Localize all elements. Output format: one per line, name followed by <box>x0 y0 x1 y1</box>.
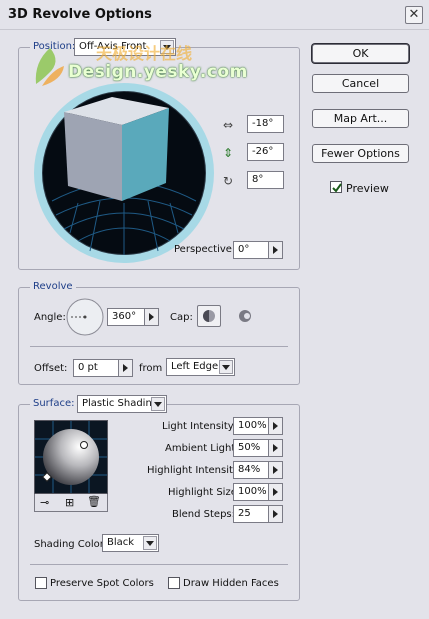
light-toolbar: ⊸ ⊞ 🗑 <box>34 494 108 512</box>
angle-dial[interactable] <box>66 298 104 336</box>
divider <box>30 564 288 565</box>
chevron-down-icon <box>160 40 174 54</box>
draw-hidden-faces-checkbox[interactable] <box>168 577 180 589</box>
fewer-options-button[interactable]: Fewer Options <box>312 144 409 163</box>
from-select[interactable]: Left Edge <box>166 358 235 376</box>
cap-off-icon <box>239 310 251 322</box>
lighting-sphere-graphic <box>35 421 107 493</box>
checkmark-icon <box>332 183 342 193</box>
preview-checkbox[interactable] <box>330 181 342 193</box>
preserve-spot-colors-checkbox[interactable] <box>35 577 47 589</box>
surface-select[interactable]: Plastic Shading <box>77 395 167 413</box>
shading-color-select[interactable]: Black <box>102 534 159 552</box>
highlight-size-spin-button[interactable] <box>269 483 283 501</box>
ok-button[interactable]: OK <box>312 44 409 63</box>
cancel-button[interactable]: Cancel <box>312 74 409 93</box>
from-value: Left Edge <box>171 361 219 372</box>
track-cube[interactable] <box>34 83 214 263</box>
perspective-spin-button[interactable] <box>269 241 283 259</box>
from-label: from <box>139 363 163 374</box>
highlight-size-field[interactable]: 100% <box>233 483 269 501</box>
highlight-size-label: Highlight Size: <box>168 487 241 498</box>
ambient-light-field[interactable]: 50% <box>233 439 269 457</box>
highlight-intensity-spin-button[interactable] <box>269 461 283 479</box>
cap-on-button[interactable] <box>197 305 221 327</box>
revolve-label: Revolve <box>30 281 76 292</box>
blend-steps-label: Blend Steps: <box>172 509 236 520</box>
y-axis-rotate-icon: ⇕ <box>222 146 234 160</box>
light-handle-icon <box>80 441 88 449</box>
close-icon[interactable]: ✕ <box>405 6 423 24</box>
ambient-light-spin-button[interactable] <box>269 439 283 457</box>
track-cube-graphic <box>34 83 214 263</box>
draw-hidden-faces-label: Draw Hidden Faces <box>183 578 279 589</box>
offset-label: Offset: <box>34 363 68 374</box>
perspective-label: Perspective: <box>174 244 236 255</box>
light-intensity-label: Light Intensity: <box>162 421 237 432</box>
position-select[interactable]: Off-Axis Front <box>74 38 176 56</box>
x-rotation-field[interactable]: -18° <box>247 115 284 133</box>
z-axis-rotate-icon: ↻ <box>222 174 234 188</box>
position-label: Position: <box>30 41 79 52</box>
shading-color-value: Black <box>107 537 135 548</box>
chevron-down-icon <box>219 360 233 374</box>
lighting-sphere[interactable] <box>34 420 108 494</box>
cap-label: Cap: <box>170 312 193 323</box>
window-title: 3D Revolve Options <box>8 7 152 22</box>
blend-steps-field[interactable]: 25 <box>233 505 269 523</box>
light-intensity-field[interactable]: 100% <box>233 417 269 435</box>
cap-on-icon <box>203 310 215 322</box>
perspective-field[interactable]: 0° <box>233 241 269 259</box>
x-axis-rotate-icon: ⇔ <box>222 118 234 132</box>
chevron-down-icon <box>151 397 165 411</box>
chevron-down-icon <box>143 536 157 550</box>
preserve-spot-colors-label: Preserve Spot Colors <box>50 578 154 589</box>
angle-field[interactable]: 360° <box>107 308 145 326</box>
cap-off-button[interactable] <box>235 306 255 326</box>
title-bar: 3D Revolve Options ✕ <box>0 0 429 30</box>
preview-label: Preview <box>346 182 389 195</box>
trash-icon[interactable]: 🗑 <box>87 495 101 508</box>
ambient-light-label: Ambient Light: <box>165 443 239 454</box>
angle-label: Angle: <box>34 312 66 323</box>
highlight-intensity-field[interactable]: 84% <box>233 461 269 479</box>
map-art-button[interactable]: Map Art... <box>312 109 409 128</box>
light-intensity-spin-button[interactable] <box>269 417 283 435</box>
highlight-intensity-label: Highlight Intensity: <box>147 465 242 476</box>
surface-value: Plastic Shading <box>82 398 159 409</box>
offset-field[interactable]: 0 pt <box>73 359 119 377</box>
move-light-back-icon[interactable]: ⊸ <box>40 496 49 509</box>
surface-label: Surface: <box>30 398 78 409</box>
shading-color-label: Shading Color: <box>34 539 108 550</box>
offset-spin-button[interactable] <box>119 359 133 377</box>
divider <box>30 346 288 347</box>
z-rotation-field[interactable]: 8° <box>247 171 284 189</box>
angle-spin-button[interactable] <box>145 308 159 326</box>
position-value: Off-Axis Front <box>79 41 147 52</box>
new-light-icon[interactable]: ⊞ <box>65 496 74 509</box>
y-rotation-field[interactable]: -26° <box>247 143 284 161</box>
blend-steps-spin-button[interactable] <box>269 505 283 523</box>
